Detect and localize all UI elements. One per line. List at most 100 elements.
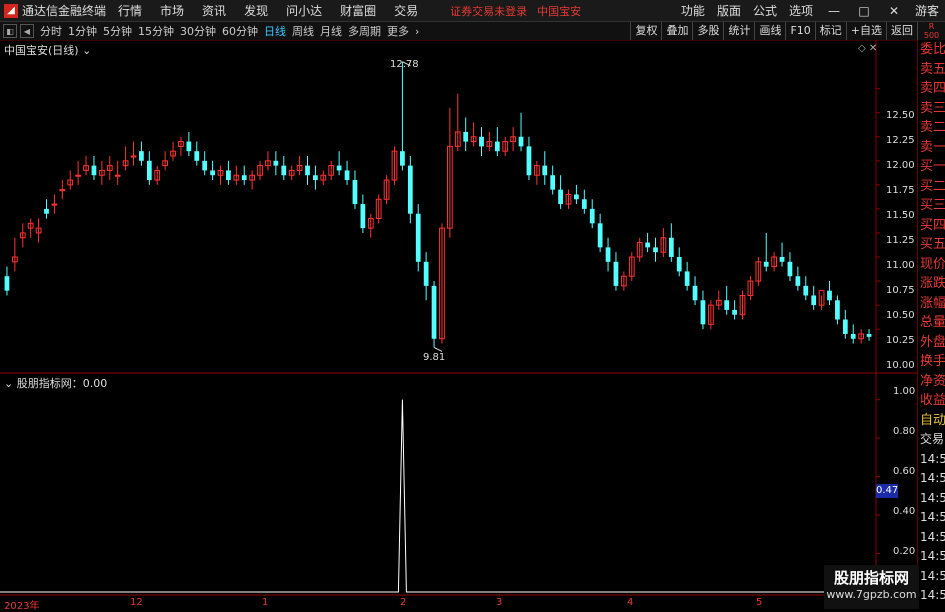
candle-body (226, 170, 231, 181)
side-time: 14:56 (920, 490, 945, 505)
candle-body (463, 131, 469, 142)
panel-toggle-icon[interactable]: ◧ (3, 24, 17, 38)
side-time: 14:56 (920, 510, 945, 524)
current-stock: 中国宝安 (537, 4, 582, 18)
candle-body (44, 208, 49, 214)
settings-icon[interactable]: ◇ (858, 43, 866, 54)
badge-bottom: 500 (923, 31, 940, 40)
title-bar: ◢ 通达信金融终端 行情 市场 资讯 发现 问小达 财富圈 交易 证券交易未登录… (0, 0, 945, 22)
date-tick: 1 (262, 597, 269, 608)
candle-body (676, 257, 682, 272)
period-15min[interactable]: 15分钟 (138, 23, 174, 39)
period-daily[interactable]: 日线 (264, 23, 286, 39)
guest-label[interactable]: 游客 (915, 2, 939, 19)
period-multi[interactable]: 多周期 (348, 23, 381, 39)
period-more[interactable]: 更多 (387, 23, 409, 39)
indicator-line (0, 399, 876, 593)
candle-body (186, 141, 192, 152)
candle-body (518, 136, 524, 147)
side-label: 净资 (920, 373, 945, 389)
chart-title: 中国宝安(日线) ⌄ (4, 42, 91, 58)
date-tick: 2 (400, 597, 407, 608)
date-tick: 5 (756, 597, 763, 608)
candle-body (360, 204, 366, 229)
btn-overlay[interactable]: 叠加 (661, 22, 692, 40)
candle-body (423, 261, 429, 286)
price-tick: 10.50 (886, 310, 915, 321)
price-tick: 10.25 (886, 335, 915, 346)
candle-body (653, 247, 658, 253)
indicator-tick: 0.40 (893, 506, 916, 517)
indicator-chevron-icon[interactable]: ⌄ (4, 377, 13, 390)
indicator-cursor-value: 0.47 (876, 484, 899, 498)
menu-options[interactable]: 选项 (789, 2, 813, 19)
candle-body (139, 151, 144, 161)
prev-icon[interactable]: ◀ (20, 24, 34, 38)
minimize-icon[interactable]: — (825, 4, 843, 18)
indicator-title: ⌄ 股朋指标网：0.00 (4, 375, 107, 391)
btn-multi-stock[interactable]: 多股 (692, 22, 723, 40)
indicator-tick: 0.80 (893, 426, 916, 437)
candle-body (210, 170, 215, 176)
period-1min[interactable]: 1分钟 (68, 23, 97, 39)
menu-function[interactable]: 功能 (681, 2, 705, 19)
candle-body (415, 213, 421, 262)
side-time: 14:56 (920, 549, 945, 563)
period-monthly[interactable]: 月线 (320, 23, 342, 39)
btn-back[interactable]: 返回 (886, 22, 917, 40)
chart-controls: ◇ ✕ (858, 43, 877, 54)
candle-body (558, 189, 563, 205)
period-30min[interactable]: 30分钟 (180, 23, 216, 39)
menu-market[interactable]: 市场 (160, 2, 184, 19)
side-label: 买一 (920, 159, 945, 174)
high-price-label: 12.78 (390, 59, 419, 70)
chart-title-text: 中国宝安(日线) (4, 44, 79, 57)
candlestick-chart[interactable] (0, 40, 918, 609)
candle-body (684, 271, 690, 286)
period-5min[interactable]: 5分钟 (103, 23, 132, 39)
candle-body (526, 146, 532, 176)
period-toolbar: ◧ ◀ 分时 1分钟 5分钟 15分钟 30分钟 60分钟 日线 周线 月线 多… (0, 22, 945, 41)
btn-adjust[interactable]: 复权 (630, 22, 661, 40)
side-label: 涨跌 (920, 276, 945, 291)
candle-body (724, 300, 730, 310)
candle-body (795, 276, 801, 286)
maximize-icon[interactable]: □ (855, 4, 873, 18)
period-intraday[interactable]: 分时 (40, 23, 62, 39)
app-logo-icon: ◢ (4, 3, 18, 18)
candle-body (91, 165, 97, 176)
date-tick: 12 (130, 597, 143, 608)
login-warning[interactable]: 证券交易未登录 (450, 3, 527, 19)
menu-trade[interactable]: 交易 (394, 2, 418, 19)
candle-body (581, 199, 587, 209)
menu-news[interactable]: 资讯 (202, 2, 226, 19)
menu-layout[interactable]: 版面 (717, 2, 741, 19)
menu-formula[interactable]: 公式 (753, 2, 777, 19)
menu-discover[interactable]: 发现 (244, 2, 268, 19)
btn-draw[interactable]: 画线 (754, 22, 785, 40)
menu-ask[interactable]: 问小达 (286, 2, 322, 19)
btn-add-watch[interactable]: +自选 (845, 22, 886, 40)
btn-mark[interactable]: 标记 (814, 22, 846, 40)
side-label: 卖四 (920, 81, 945, 96)
side-time: 14:56 (920, 568, 945, 583)
period-60min[interactable]: 60分钟 (222, 23, 258, 39)
candle-body (146, 160, 152, 181)
btn-f10[interactable]: F10 (785, 22, 814, 40)
candle-body (313, 175, 318, 181)
candle-body (4, 276, 10, 291)
menu-quotes[interactable]: 行情 (118, 2, 142, 19)
side-trade[interactable]: 交易 (918, 430, 945, 450)
close-icon[interactable]: ✕ (885, 4, 903, 18)
close-panel-icon[interactable]: ✕ (869, 43, 877, 54)
level-badge: R 500 (918, 22, 945, 40)
more-chevron-icon[interactable]: › (415, 25, 419, 38)
side-label: 卖二 (920, 120, 945, 135)
side-auto[interactable]: 自动 (918, 411, 945, 431)
menu-wealth[interactable]: 财富圈 (340, 2, 376, 19)
side-label: 买三 (920, 198, 945, 213)
quote-sidebar: 委比 卖五 卖四 卖三 卖二 卖一 买一 买二 买三 买四 买五 现价 涨跌 涨… (917, 40, 945, 609)
dropdown-chevron-icon[interactable]: ⌄ (82, 44, 91, 57)
period-weekly[interactable]: 周线 (292, 23, 314, 39)
btn-stats[interactable]: 统计 (723, 22, 754, 40)
